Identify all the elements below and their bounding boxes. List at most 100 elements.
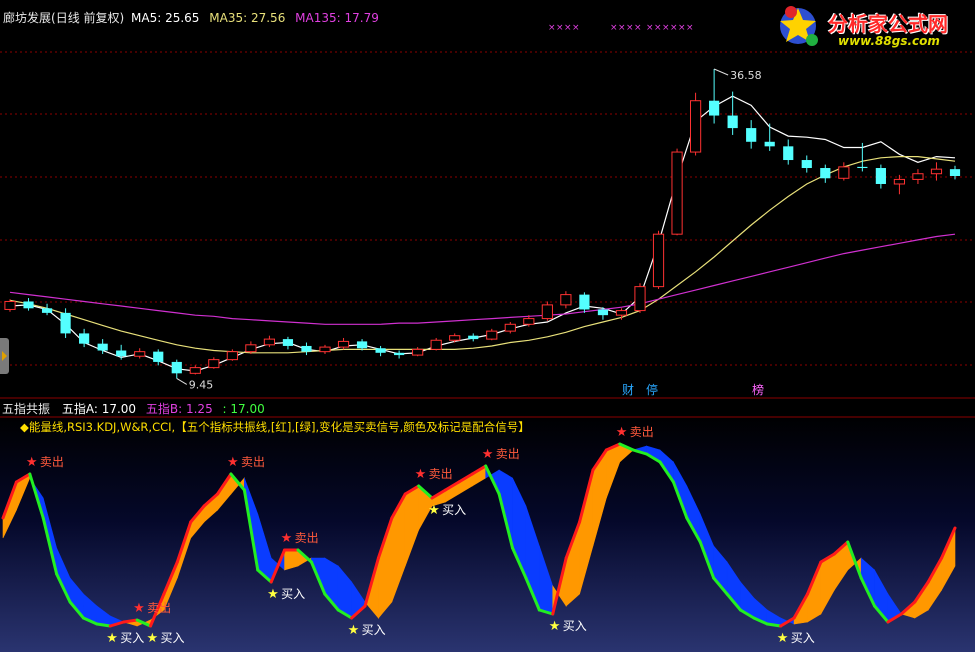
candle-body <box>801 160 812 169</box>
buy-signal-label: 买入 <box>281 587 305 601</box>
event-x-mark: × <box>610 23 618 33</box>
candle-body <box>134 351 146 357</box>
resonance-line-segment <box>765 622 783 628</box>
logo-url: www.88gs.com <box>838 34 940 48</box>
signal-star-icon: ★ <box>227 455 239 470</box>
buy-signal-label: 买入 <box>120 631 144 645</box>
sell-signal-label: 卖出 <box>40 455 64 469</box>
sell-signal-label: 卖出 <box>630 425 654 439</box>
indicator-name: 五指共振 <box>2 402 51 416</box>
candle-body <box>579 294 590 310</box>
buy-signal-label: 买入 <box>563 619 587 633</box>
event-x-mark: × <box>548 23 556 33</box>
candle-body <box>783 146 794 161</box>
candle-body <box>97 343 108 351</box>
event-x-mark: × <box>564 23 572 33</box>
sell-signal-label: 卖出 <box>241 455 265 469</box>
candle-body <box>79 333 90 344</box>
candle-body <box>301 345 312 352</box>
candle-body <box>504 323 516 332</box>
candle-body <box>930 168 943 175</box>
event-x-mark: × <box>670 23 678 33</box>
event-x-mark: × <box>678 23 686 33</box>
candle-body <box>60 312 71 334</box>
signal-star-icon: ★ <box>549 619 561 634</box>
candle-body <box>468 335 479 340</box>
signal-star-icon: ★ <box>146 631 158 646</box>
candle-body <box>560 294 572 306</box>
candle-body <box>857 166 868 169</box>
candle-body <box>912 173 924 180</box>
signal-star-icon: ★ <box>428 503 440 518</box>
side-collapse-handle[interactable] <box>0 338 9 374</box>
chart-canvas: ★ 买入★ 卖出★ 卖出★ 买入★ 卖出★ 买入★ 卖出★ 买入★ 卖出★ 买入★ 卖出★ 卖出★ 买入★… <box>0 0 975 652</box>
resonance-line-segment <box>95 622 112 628</box>
ma35-legend: MA35: 27.56 <box>209 11 286 25</box>
ma135-legend: MA135: 17.79 <box>295 11 379 25</box>
candle-body <box>41 308 53 313</box>
candle-body <box>245 344 257 353</box>
candle-body <box>319 346 331 353</box>
candle-body <box>153 351 164 362</box>
candle-body <box>597 309 609 316</box>
candle-body <box>226 351 238 361</box>
buy-signal-label: 买入 <box>160 631 184 645</box>
candle-body <box>634 286 646 312</box>
candle-body <box>727 115 738 129</box>
candle-body <box>375 348 386 353</box>
signal-star-icon: ★ <box>267 587 279 602</box>
signal-star-icon: ★ <box>348 623 360 638</box>
signal-star-icon: ★ <box>106 631 118 646</box>
candle-body <box>356 341 368 349</box>
candle-body <box>430 339 442 350</box>
event-x-mark: × <box>646 23 654 33</box>
candle-body <box>838 166 850 179</box>
signal-star-icon: ★ <box>281 531 293 546</box>
signal-star-icon: ★ <box>777 631 789 646</box>
indicator-header: 五指共振 五指A: 17.00 五指B: 1.25 : 17.00 <box>2 400 265 417</box>
period-label: (日线 前复权) <box>51 11 125 25</box>
indicator-a-value: 五指A: 17.00 <box>61 402 137 416</box>
candle-body <box>709 100 720 116</box>
candle-body <box>523 318 535 325</box>
sell-signal-label: 卖出 <box>295 531 319 545</box>
event-marker: 停 <box>646 382 658 397</box>
logo-title: 分析家公式网 <box>828 12 948 36</box>
signal-star-icon: ★ <box>482 447 494 462</box>
candle-body <box>263 338 276 346</box>
stock-name: 廊坊发展 <box>3 11 52 25</box>
candle-body <box>449 335 461 341</box>
candle-body <box>4 300 16 310</box>
indicator-b-value: 五指B: 1.25 <box>145 402 213 416</box>
signal-star-icon: ★ <box>133 601 145 616</box>
sell-signal-label: 卖出 <box>147 601 171 615</box>
candle-body <box>189 367 201 374</box>
candle-body <box>208 359 220 369</box>
event-x-mark: × <box>556 23 564 33</box>
candle-body <box>394 352 405 356</box>
ma5-legend: MA5: 25.65 <box>131 11 200 25</box>
candle-body <box>746 128 757 142</box>
candle-body <box>764 141 775 147</box>
candle-body <box>893 178 906 185</box>
event-x-mark: × <box>634 23 642 33</box>
candle-body <box>282 339 294 346</box>
event-x-mark: × <box>618 23 626 33</box>
min-price-label: 9.45 <box>189 378 214 391</box>
buy-signal-label: 买入 <box>362 623 386 637</box>
candle-body <box>337 340 350 348</box>
candle-body <box>171 361 182 374</box>
candle-body <box>949 169 961 176</box>
max-price-label: 36.58 <box>730 69 762 82</box>
buy-signal-label: 买入 <box>442 503 466 517</box>
candle-body <box>875 168 886 184</box>
indicator-c-value: : 17.00 <box>222 402 265 416</box>
event-x-mark: × <box>572 23 580 33</box>
candle-body <box>671 151 683 235</box>
indicator-description: ◆能量线,RSI3.KDJ,W&R,CCI,【五个指标共振线,[红],[绿],变… <box>20 420 530 434</box>
candle-body <box>615 310 628 316</box>
candle-body <box>23 301 34 309</box>
candle-body <box>486 330 498 340</box>
event-x-mark: × <box>686 23 694 33</box>
signal-star-icon: ★ <box>26 455 38 470</box>
